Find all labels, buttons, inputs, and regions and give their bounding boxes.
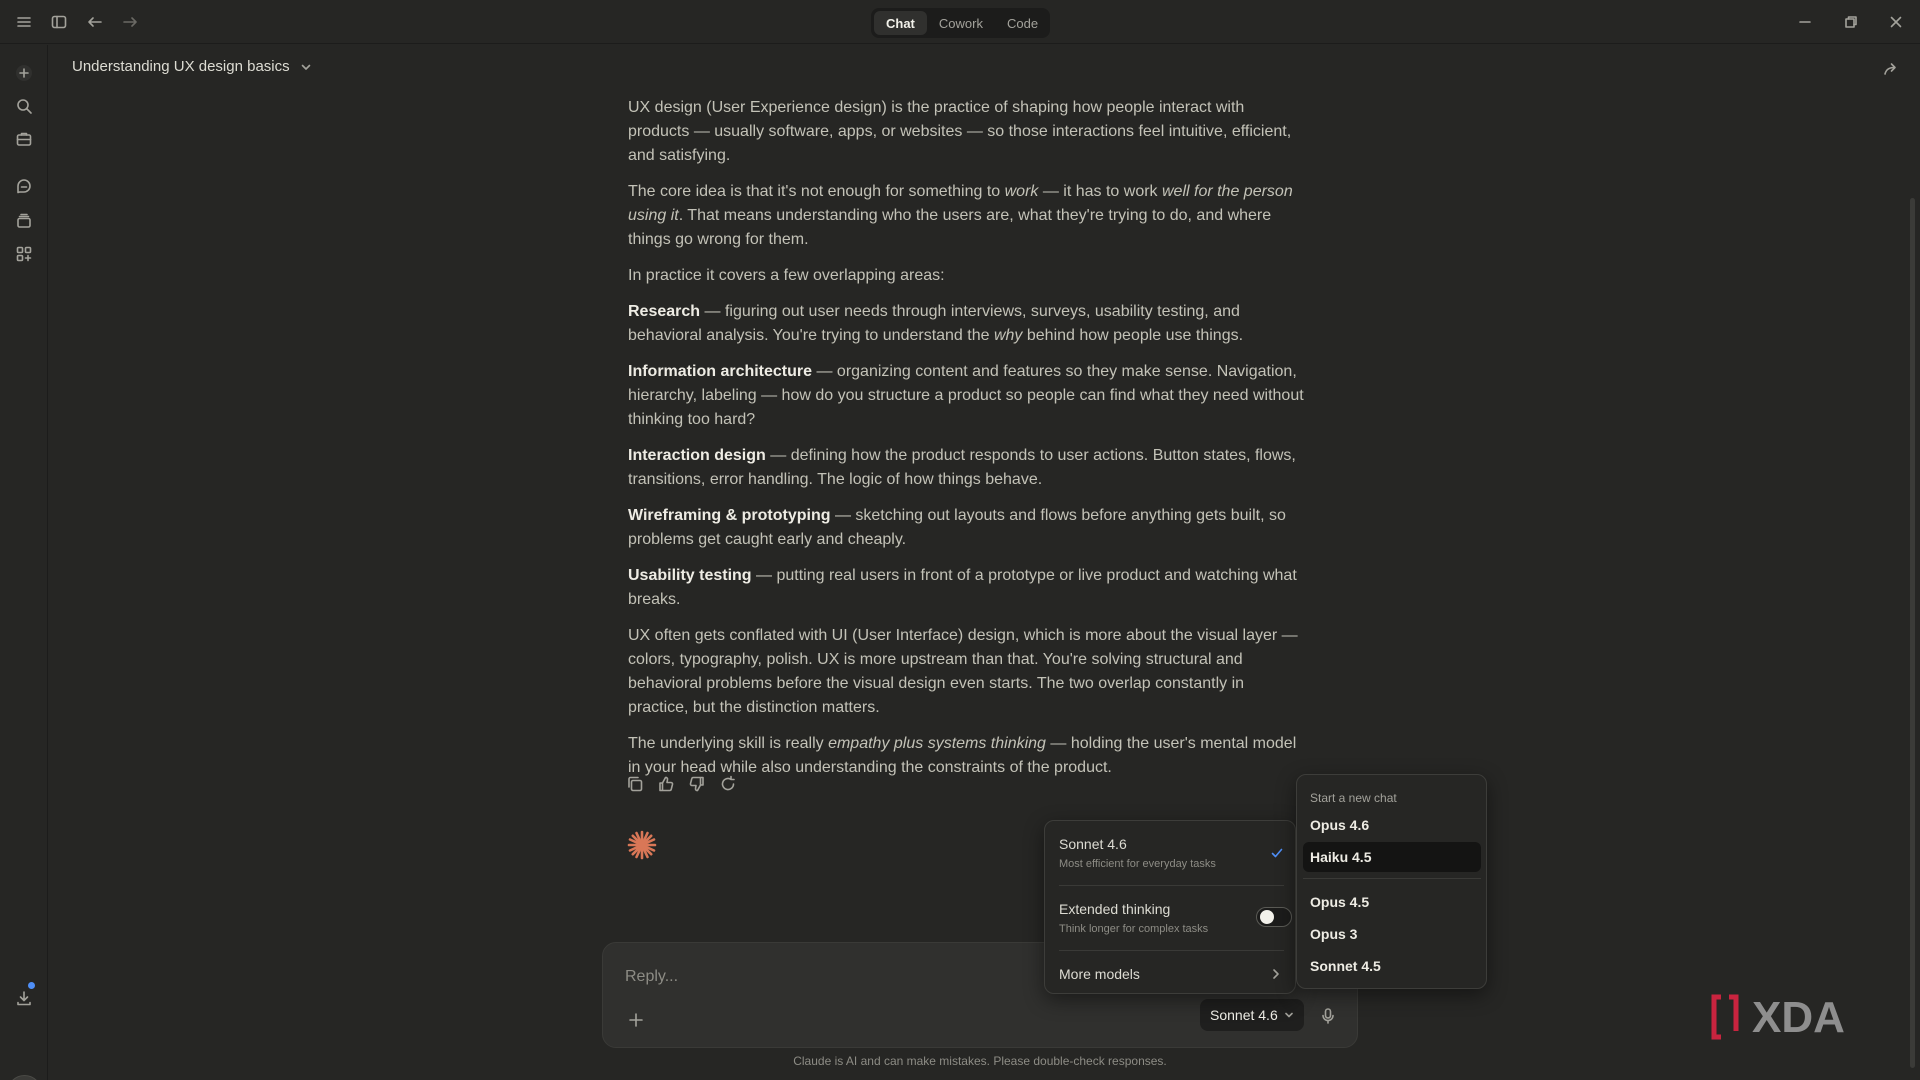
bold-text: Research: [628, 303, 701, 320]
thumbs-up-icon[interactable]: [657, 775, 675, 793]
model-menu: Sonnet 4.6 Most efficient for everyday t…: [1044, 820, 1296, 994]
bold-text: Information architecture: [628, 363, 813, 380]
extended-thinking-toggle[interactable]: [1256, 907, 1292, 927]
reply-input[interactable]: [625, 965, 1025, 989]
tab-cowork[interactable]: Cowork: [927, 11, 995, 35]
disclaimer: Claude is AI and can make mistakes. Plea…: [793, 1054, 1167, 1068]
italic-text: why: [993, 327, 1023, 344]
divider: [1059, 885, 1284, 886]
xda-watermark: XDA: [1709, 992, 1887, 1042]
submenu-item-haiku-4-5[interactable]: Haiku 4.5: [1303, 842, 1481, 872]
microphone-icon[interactable]: [1319, 1007, 1337, 1025]
hamburger-icon[interactable]: [14, 12, 34, 32]
submenu-item-sonnet-4-5[interactable]: Sonnet 4.5: [1303, 951, 1481, 981]
minimize-icon[interactable]: [1795, 12, 1815, 32]
claude-spark-icon: [626, 829, 658, 861]
submenu-item-opus-4-6[interactable]: Opus 4.6: [1303, 810, 1481, 840]
arrow-left-icon[interactable]: [85, 12, 105, 32]
message-paragraph: Usability testing — putting real users i…: [628, 564, 1308, 612]
text-run: UX often gets conflated with UI (User In…: [628, 627, 1298, 716]
plus-icon[interactable]: [13, 62, 35, 84]
model-description: Most efficient for everyday tasks: [1059, 858, 1216, 870]
chat-title-button[interactable]: Understanding UX design basics: [72, 58, 312, 75]
more-models-submenu: Start a new chat Opus 4.6 Haiku 4.5 Opus…: [1296, 774, 1487, 989]
submenu-item-opus-3[interactable]: Opus 3: [1303, 919, 1481, 949]
arrow-right-icon[interactable]: [120, 12, 140, 32]
divider: [1059, 950, 1284, 951]
message-paragraph: Wireframing & prototyping — sketching ou…: [628, 504, 1308, 552]
more-models-label: More models: [1059, 966, 1140, 982]
thumbs-down-icon[interactable]: [688, 775, 706, 793]
copy-icon[interactable]: [626, 775, 644, 793]
bold-text: Interaction design: [628, 447, 766, 464]
message-paragraph: Information architecture — organizing co…: [628, 360, 1308, 432]
bold-text: Usability testing: [628, 567, 752, 584]
toggle-knob: [1260, 910, 1274, 924]
page-title: Understanding UX design basics: [72, 58, 290, 75]
italic-text: empathy plus systems thinking: [828, 735, 1046, 752]
text-run: behind how people use things.: [1022, 327, 1244, 344]
download-icon[interactable]: [13, 987, 35, 1009]
message-paragraph: In practice it covers a few overlapping …: [628, 264, 1308, 288]
briefcase-icon[interactable]: [13, 128, 35, 150]
check-icon: [1271, 848, 1283, 858]
message-paragraph: The core idea is that it's not enough fo…: [628, 180, 1308, 252]
message-paragraph: The underlying skill is really empathy p…: [628, 732, 1308, 780]
restore-icon[interactable]: [1841, 12, 1861, 32]
menu-item-extended-thinking[interactable]: Extended thinking Think longer for compl…: [1059, 900, 1287, 937]
model-name: Sonnet 4.6: [1059, 836, 1127, 852]
chevron-down-icon: [301, 64, 310, 70]
tab-code[interactable]: Code: [995, 11, 1050, 35]
extended-thinking-label: Extended thinking: [1059, 901, 1171, 917]
text-run: The core idea is that it's not enough fo…: [628, 183, 1005, 200]
model-selector-label: Sonnet 4.6: [1210, 1007, 1278, 1023]
avatar[interactable]: N: [7, 1075, 42, 1080]
assistant-message: UX design (User Experience design) is th…: [628, 96, 1308, 792]
message-paragraph: Interaction design — defining how the pr…: [628, 444, 1308, 492]
italic-text: work: [1004, 183, 1039, 200]
apps-grid-icon[interactable]: [13, 243, 35, 265]
submenu-item-opus-4-5[interactable]: Opus 4.5: [1303, 887, 1481, 917]
extended-thinking-description: Think longer for complex tasks: [1059, 923, 1209, 935]
chat-bubble-icon[interactable]: [13, 176, 35, 198]
message-paragraph: UX design (User Experience design) is th…: [628, 96, 1308, 168]
retry-icon[interactable]: [719, 775, 737, 793]
notification-dot: [28, 982, 35, 989]
chevron-down-icon: [1284, 1012, 1293, 1018]
message-paragraph: UX often gets conflated with UI (User In…: [628, 624, 1308, 720]
chevron-right-icon: [1273, 969, 1279, 979]
scrollbar[interactable]: [1910, 198, 1915, 1068]
tab-chat[interactable]: Chat: [874, 11, 927, 35]
message-actions: [626, 775, 737, 793]
title-bar: Chat Cowork Code: [0, 0, 1920, 44]
submenu-label: Start a new chat: [1310, 791, 1397, 805]
divider: [1303, 878, 1481, 879]
menu-item-current-model[interactable]: Sonnet 4.6 Most efficient for everyday t…: [1059, 835, 1287, 872]
text-run: UX design (User Experience design) is th…: [628, 99, 1292, 164]
sidebar-toggle-icon[interactable]: [49, 12, 69, 32]
bold-text: Wireframing & prototyping: [628, 507, 831, 524]
search-icon[interactable]: [13, 95, 35, 117]
mode-switcher: Chat Cowork Code: [871, 8, 1050, 38]
left-rail: N: [0, 45, 48, 1080]
text-run: In practice it covers a few overlapping …: [628, 267, 945, 284]
model-selector-button[interactable]: Sonnet 4.6: [1200, 999, 1304, 1031]
share-arrow-icon[interactable]: [1882, 60, 1902, 80]
menu-item-more-models[interactable]: More models: [1059, 965, 1287, 983]
message-paragraph: Research — figuring out user needs throu…: [628, 300, 1308, 348]
text-run: — it has to work: [1038, 183, 1162, 200]
text-run: The underlying skill is really: [628, 735, 829, 752]
attach-plus-icon[interactable]: [627, 1011, 645, 1029]
close-icon[interactable]: [1886, 12, 1906, 32]
watermark-text: XDA: [1752, 993, 1845, 1042]
layers-icon[interactable]: [13, 210, 35, 232]
text-run: . That means understanding who the users…: [628, 207, 1272, 248]
